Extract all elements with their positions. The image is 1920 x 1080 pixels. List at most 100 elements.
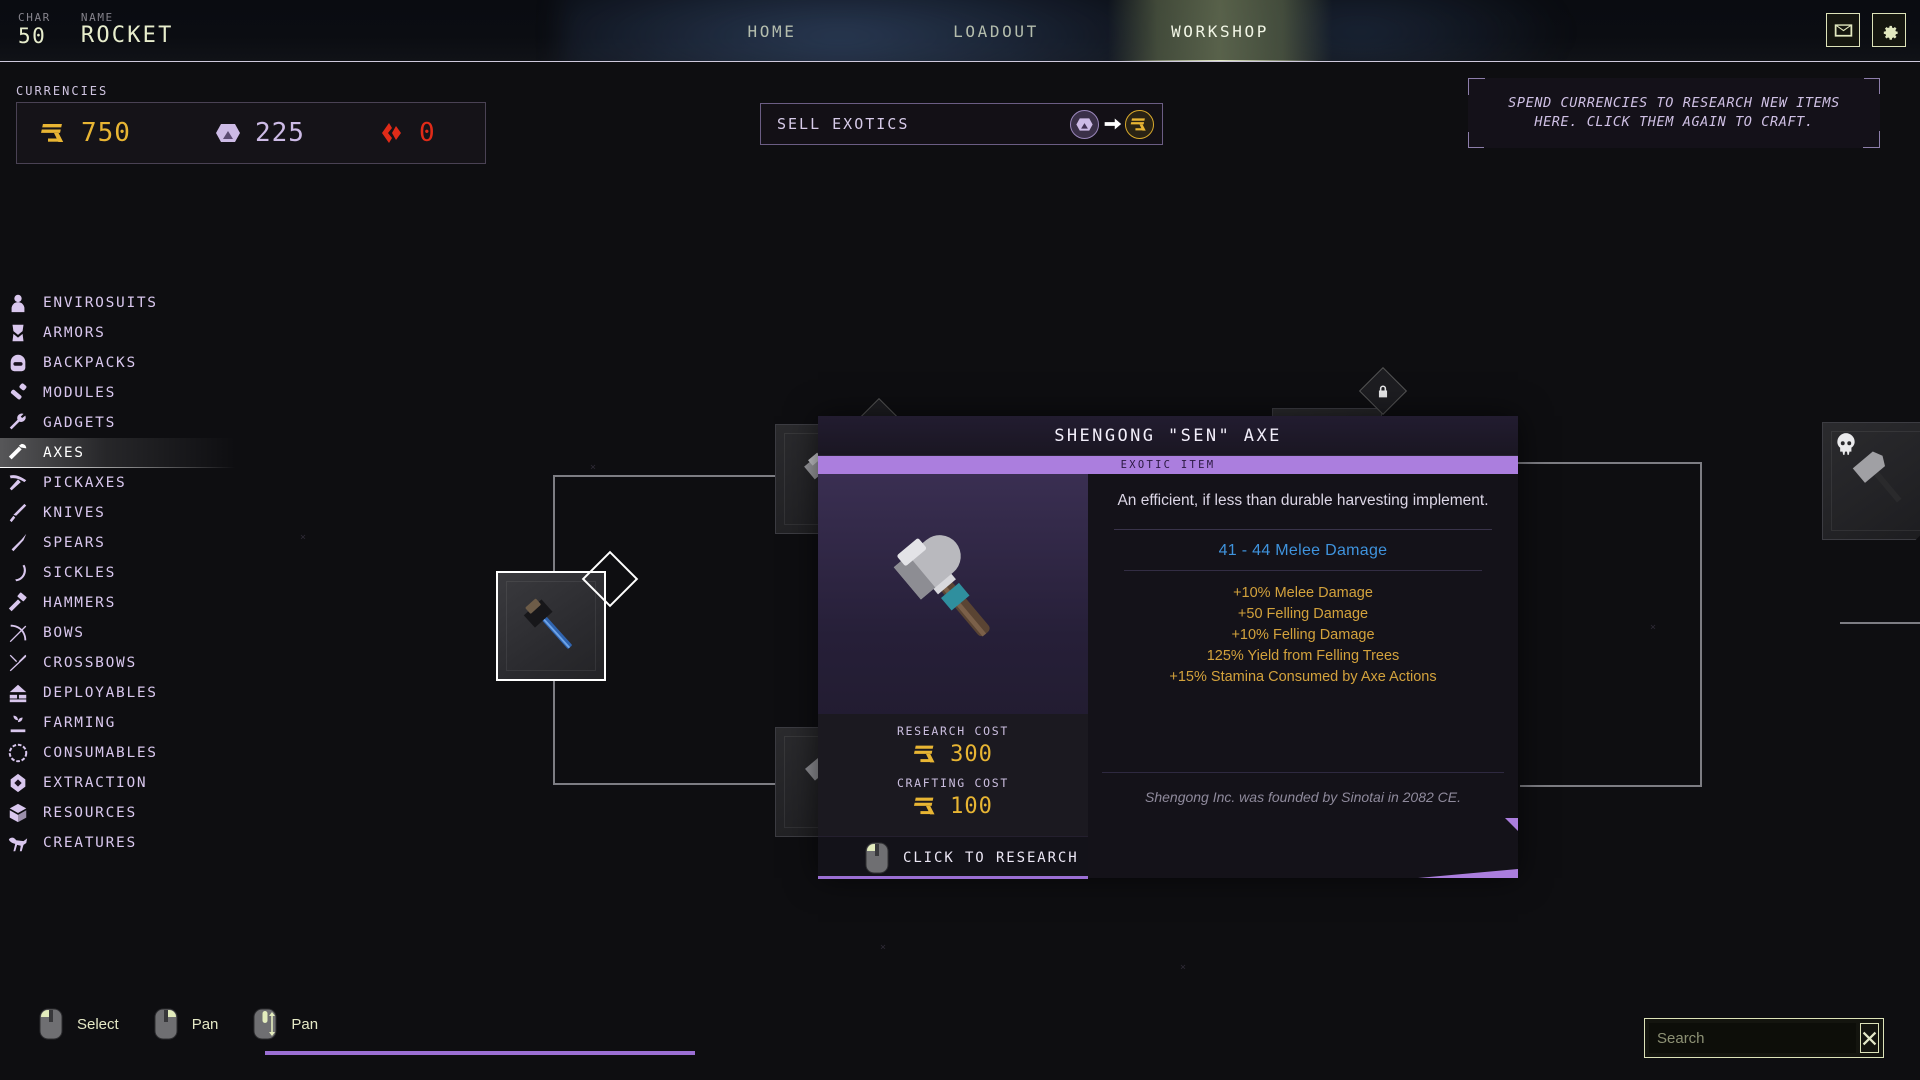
- exotic-hex-icon: [213, 118, 243, 148]
- sidebar-label: EXTRACTION: [43, 775, 148, 791]
- progress-fill: [265, 1051, 695, 1055]
- wrench-icon: [6, 411, 30, 435]
- progress-track: [265, 1051, 695, 1055]
- click-to-research-button[interactable]: CLICK TO RESEARCH: [818, 836, 1088, 878]
- sidebar-label: KNIVES: [43, 505, 106, 521]
- char-label: CHAR: [18, 11, 51, 24]
- sidebar-item-spears[interactable]: SPEARS: [0, 528, 236, 558]
- item-perk: +15% Stamina Consumed by Axe Actions: [1169, 669, 1437, 685]
- hint-corner: [1468, 132, 1484, 148]
- envirosuit-icon: [6, 291, 30, 315]
- sidebar-item-consumables[interactable]: CONSUMABLES: [0, 738, 236, 768]
- hint-pan-scroll: Pan: [252, 1008, 318, 1040]
- sidebar-item-deployables[interactable]: DEPLOYABLES: [0, 678, 236, 708]
- hint-select: Select: [38, 1008, 119, 1040]
- sidebar-item-knives[interactable]: KNIVES: [0, 498, 236, 528]
- sidebar-item-creatures[interactable]: CREATURES: [0, 828, 236, 858]
- resources-icon: [6, 801, 30, 825]
- top-right-icons: [1826, 13, 1906, 47]
- sickle-icon: [6, 561, 30, 585]
- item-preview-column: RESEARCH COST 300 CRAFTING COST 100 CLIC…: [818, 474, 1088, 878]
- sidebar-item-armors[interactable]: ARMORS: [0, 318, 236, 348]
- research-cost-label: RESEARCH COST: [896, 724, 1010, 738]
- sidebar-item-extraction[interactable]: EXTRACTION: [0, 768, 236, 798]
- sidebar-label: BACKPACKS: [43, 355, 137, 371]
- tab-loadout[interactable]: LOADOUT: [884, 0, 1108, 61]
- sidebar-item-pickaxes[interactable]: PICKAXES: [0, 468, 236, 498]
- search-input[interactable]: [1649, 1023, 1856, 1053]
- graph-node-exotic[interactable]: [1822, 422, 1920, 540]
- character-level: CHAR 50: [18, 10, 51, 47]
- gear-icon[interactable]: [1872, 13, 1906, 47]
- control-hints: Select Pan Pan: [38, 1008, 318, 1040]
- rupee-currency-icon: [39, 118, 69, 148]
- currency-red: 0: [377, 118, 436, 148]
- currency-primary-value: 750: [81, 118, 131, 148]
- sidebar-item-gadgets[interactable]: GADGETS: [0, 408, 236, 438]
- sidebar-label: BOWS: [43, 625, 85, 641]
- currency-exotic: 225: [213, 118, 305, 148]
- rupee-currency-icon: [914, 745, 935, 763]
- tab-home[interactable]: HOME: [660, 0, 884, 61]
- armor-icon: [6, 321, 30, 345]
- currency-red-value: 0: [418, 118, 436, 148]
- lock-icon: [1358, 366, 1408, 416]
- mouse-scroll-icon: [252, 1008, 278, 1040]
- close-x-icon[interactable]: [1860, 1023, 1879, 1053]
- red-gem-icon: [377, 118, 407, 148]
- sidebar-item-hammers[interactable]: HAMMERS: [0, 588, 236, 618]
- sidebar-label: CONSUMABLES: [43, 745, 158, 761]
- sidebar-item-sickles[interactable]: SICKLES: [0, 558, 236, 588]
- tab-workshop[interactable]: WORKSHOP: [1108, 0, 1332, 61]
- crafting-cost-value: 100: [950, 793, 993, 819]
- consumable-icon: [6, 741, 30, 765]
- mouse-left-click-icon: [38, 1008, 64, 1040]
- hint-corner: [1864, 78, 1880, 94]
- item-stats-column: An efficient, if less than durable harve…: [1088, 474, 1518, 878]
- graph-connector: [1840, 622, 1920, 624]
- currency-exotic-value: 225: [254, 118, 305, 148]
- hint-label: Select: [77, 1015, 119, 1033]
- item-title: SHENGONG "SEN" AXE: [818, 416, 1518, 456]
- sidebar-item-resources[interactable]: RESOURCES: [0, 798, 236, 828]
- panel-corner-accent: [1418, 869, 1518, 878]
- hint-pan-right: Pan: [153, 1008, 218, 1040]
- graph-connector: [553, 783, 783, 785]
- sidebar-item-envirosuits[interactable]: ENVIROSUITS: [0, 288, 236, 318]
- sidebar-item-modules[interactable]: MODULES: [0, 378, 236, 408]
- item-primary-stat: 41 - 44 Melee Damage: [1218, 542, 1388, 559]
- main-tabs: HOME LOADOUT WORKSHOP: [660, 0, 1332, 61]
- axe-thumbnail: [498, 573, 604, 679]
- sidebar-label: ENVIROSUITS: [43, 295, 158, 311]
- farming-icon: [6, 711, 30, 735]
- hammer-icon: [6, 591, 30, 615]
- top-navigation-bar: CHAR 50 NAME ROCKET HOME LOADOUT WORKSHO…: [0, 0, 1920, 62]
- panel-body: RESEARCH COST 300 CRAFTING COST 100 CLIC…: [818, 474, 1518, 878]
- sidebar-label: HAMMERS: [43, 595, 117, 611]
- item-preview-image: [818, 474, 1088, 714]
- divider: [1124, 570, 1482, 571]
- item-flavor-text: Shengong Inc. was founded by Sinotai in …: [1145, 789, 1461, 805]
- mail-icon[interactable]: [1826, 13, 1860, 47]
- research-cost-row: 300: [818, 741, 1088, 767]
- sidebar-label: CROSSBOWS: [43, 655, 137, 671]
- search-box[interactable]: [1644, 1018, 1884, 1058]
- panel-bottom-accent: [818, 877, 1088, 879]
- sidebar-item-crossbows[interactable]: CROSSBOWS: [0, 648, 236, 678]
- sidebar-item-bows[interactable]: BOWS: [0, 618, 236, 648]
- sidebar-label: AXES: [43, 445, 85, 461]
- item-perk: +10% Felling Damage: [1231, 627, 1375, 643]
- item-perk: +50 Felling Damage: [1237, 606, 1369, 622]
- exotic-hex-icon: [1070, 109, 1099, 139]
- sidebar-item-farming[interactable]: FARMING: [0, 708, 236, 738]
- sidebar-label: MODULES: [43, 385, 117, 401]
- workshop-hint-box: SPEND CURRENCIES TO RESEARCH NEW ITEMS H…: [1468, 78, 1880, 148]
- backpack-icon: [6, 351, 30, 375]
- sell-exotics-button[interactable]: SELL EXOTICS: [760, 103, 1163, 145]
- sidebar-item-backpacks[interactable]: BACKPACKS: [0, 348, 236, 378]
- graph-connector: [1700, 462, 1702, 787]
- pickaxe-icon: [6, 471, 30, 495]
- divider: [1102, 772, 1504, 773]
- sidebar-item-axes[interactable]: AXES: [0, 438, 236, 468]
- crafting-cost-row: 100: [818, 793, 1088, 819]
